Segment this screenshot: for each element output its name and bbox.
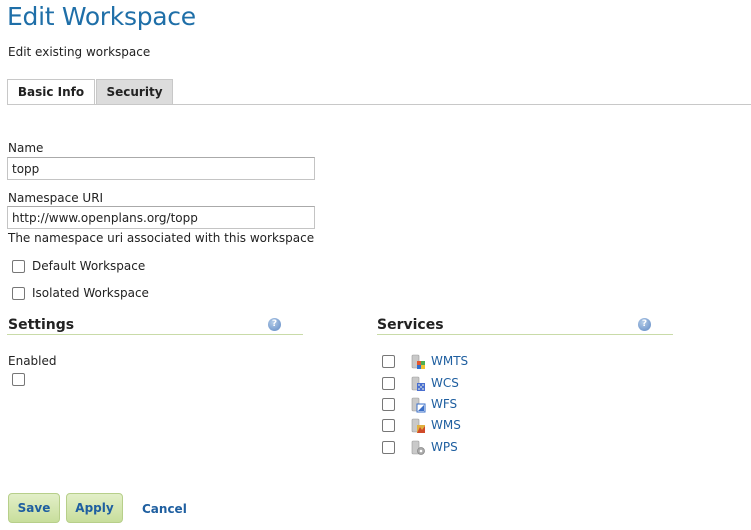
name-input[interactable] (7, 157, 315, 180)
services-divider (377, 334, 673, 335)
wps-link[interactable]: WPS (431, 440, 458, 454)
cancel-link[interactable]: Cancel (142, 502, 187, 516)
wms-service-icon (411, 418, 425, 433)
wfs-checkbox[interactable] (382, 398, 395, 411)
wms-link[interactable]: WMS (431, 418, 461, 432)
tab-divider (7, 104, 751, 105)
tab-basic-info[interactable]: Basic Info (7, 79, 95, 105)
name-label: Name (8, 141, 44, 155)
page-subtitle: Edit existing workspace (8, 45, 151, 59)
help-icon[interactable]: ? (638, 318, 651, 331)
wcs-link[interactable]: WCS (431, 376, 459, 390)
services-title: Services (377, 317, 444, 333)
settings-title: Settings (8, 317, 75, 333)
page-title: Edit Workspace (7, 2, 196, 31)
wfs-service-icon (411, 397, 426, 413)
wcs-service-icon (411, 376, 425, 391)
namespace-uri-help: The namespace uri associated with this w… (8, 231, 315, 245)
default-workspace-checkbox[interactable] (12, 260, 25, 273)
wcs-checkbox[interactable] (382, 377, 395, 390)
wmts-link[interactable]: WMTS (431, 354, 468, 368)
wps-service-icon (411, 440, 425, 455)
enabled-checkbox[interactable] (12, 373, 25, 386)
tab-security[interactable]: Security (96, 79, 173, 104)
settings-divider (7, 334, 303, 335)
isolated-workspace-label: Isolated Workspace (32, 286, 149, 300)
apply-button[interactable]: Apply (66, 493, 123, 523)
namespace-uri-label: Namespace URI (8, 191, 104, 205)
wfs-link[interactable]: WFS (431, 397, 457, 411)
isolated-workspace-checkbox[interactable] (12, 287, 25, 300)
help-icon[interactable]: ? (268, 318, 281, 331)
wms-checkbox[interactable] (382, 419, 395, 432)
wps-checkbox[interactable] (382, 441, 395, 454)
default-workspace-label: Default Workspace (32, 259, 146, 273)
wmts-checkbox[interactable] (382, 355, 395, 368)
enabled-label: Enabled (8, 354, 57, 368)
wmts-service-icon (411, 354, 425, 369)
save-button[interactable]: Save (8, 493, 60, 523)
namespace-uri-input[interactable] (7, 206, 315, 229)
